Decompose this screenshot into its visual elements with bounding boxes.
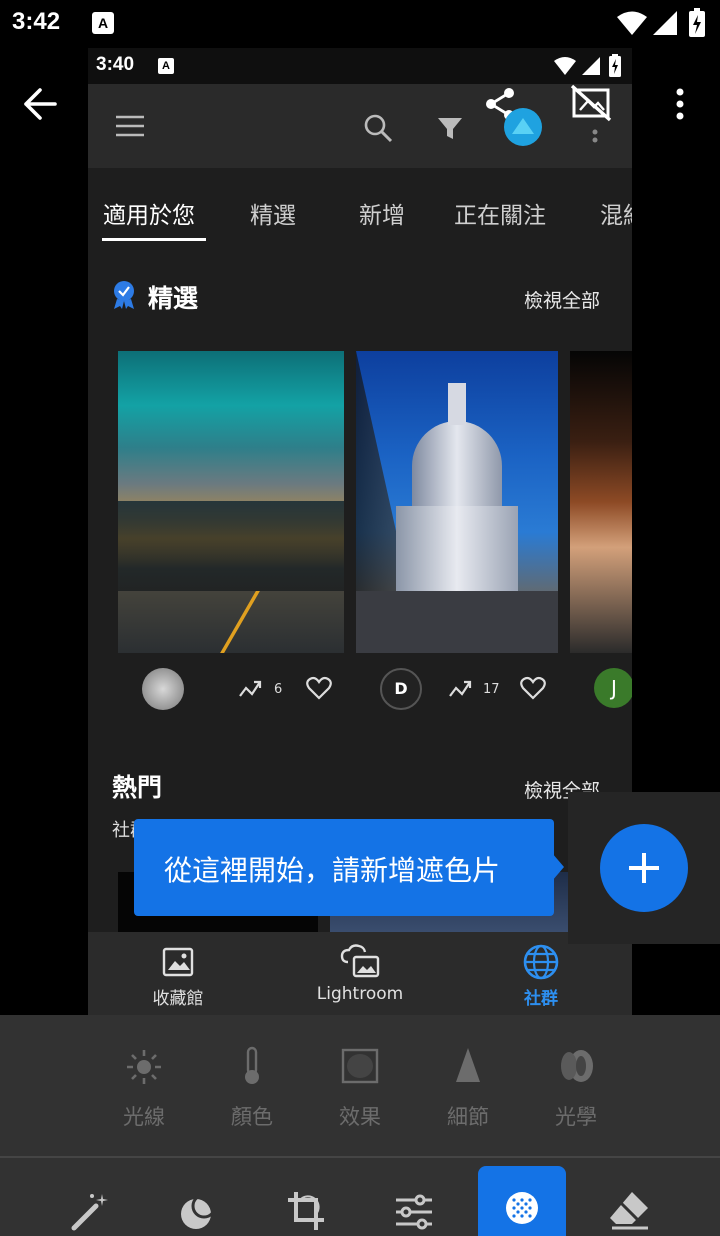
tab-for-you: 適用於您 bbox=[103, 203, 195, 229]
sliders-icon[interactable] bbox=[394, 1192, 434, 1232]
inner-status-time: 3:40 bbox=[96, 54, 135, 75]
tab-new: 新增 bbox=[359, 203, 405, 229]
avatar bbox=[142, 668, 184, 710]
inner-wifi-icon bbox=[554, 57, 576, 75]
sun-icon[interactable] bbox=[125, 1048, 163, 1086]
featured-photo-3 bbox=[570, 351, 632, 653]
community-app-bar bbox=[88, 84, 632, 168]
tool-optics-label[interactable]: 光學 bbox=[536, 1101, 616, 1131]
hide-preview-icon[interactable] bbox=[568, 82, 614, 124]
globe-icon bbox=[523, 944, 559, 980]
featured-title: 精選 bbox=[148, 284, 199, 313]
inner-signal-icon bbox=[582, 57, 600, 75]
featured-photo-2 bbox=[356, 351, 558, 653]
tool-light-label[interactable]: 光線 bbox=[104, 1101, 184, 1131]
plus-icon bbox=[629, 853, 659, 883]
inner-status-bar: 3:40 A bbox=[88, 48, 632, 84]
inner-a-icon: A bbox=[158, 58, 174, 74]
nav-label-lightroom: Lightroom bbox=[316, 984, 404, 1004]
featured-photo-1 bbox=[118, 351, 344, 653]
remix-icon bbox=[239, 680, 262, 697]
nav-label-community: 社群 bbox=[524, 989, 558, 1009]
remix-icon bbox=[449, 680, 472, 697]
thermometer-icon[interactable] bbox=[240, 1046, 264, 1086]
badge-ribbon-icon bbox=[114, 281, 134, 309]
cloud-sync-icon[interactable] bbox=[504, 108, 542, 146]
mask-icon bbox=[506, 1192, 538, 1224]
battery-charging-icon bbox=[688, 8, 706, 38]
filter-icon bbox=[438, 118, 462, 139]
popular-title: 熱門 bbox=[112, 773, 163, 802]
signal-icon bbox=[652, 10, 678, 36]
tooltip-pointer bbox=[552, 853, 564, 881]
back-arrow-icon[interactable] bbox=[16, 82, 64, 126]
more-vertical-icon[interactable] bbox=[660, 82, 700, 126]
remix-count: 17 bbox=[483, 682, 500, 697]
vignette-icon[interactable] bbox=[341, 1048, 379, 1084]
magic-wand-icon[interactable] bbox=[70, 1192, 110, 1232]
add-mask-button[interactable] bbox=[600, 824, 688, 912]
healing-icon[interactable] bbox=[178, 1192, 218, 1232]
active-tab-indicator bbox=[102, 238, 206, 241]
library-icon bbox=[162, 947, 194, 977]
tool-detail-label[interactable]: 細節 bbox=[428, 1101, 508, 1131]
crop-icon[interactable] bbox=[286, 1190, 326, 1232]
community-tabs: 適用於您 精選 新增 正在關注 混組 bbox=[88, 168, 632, 246]
eraser-icon[interactable] bbox=[608, 1188, 652, 1232]
add-mask-tooltip: 從這裡開始，請新增遮色片 bbox=[134, 819, 564, 916]
lens-icon[interactable] bbox=[557, 1048, 595, 1084]
inner-battery-icon bbox=[609, 54, 621, 77]
heart-icon bbox=[520, 676, 546, 700]
avatar: D bbox=[380, 668, 422, 710]
tool-color-label[interactable]: 顏色 bbox=[212, 1101, 292, 1131]
status-time: 3:42 bbox=[12, 8, 61, 35]
nav-label-library: 收藏館 bbox=[152, 989, 204, 1009]
wifi-icon bbox=[616, 10, 648, 36]
featured-view-all: 檢視全部 bbox=[524, 290, 601, 312]
search-icon bbox=[364, 114, 393, 143]
triangle-icon[interactable] bbox=[454, 1046, 482, 1086]
hamburger-menu-icon bbox=[116, 115, 144, 137]
notification-a-icon: A bbox=[92, 12, 114, 34]
avatar: J bbox=[594, 668, 632, 708]
tooltip-text: 從這裡開始，請新增遮色片 bbox=[164, 854, 501, 887]
heart-icon bbox=[306, 676, 332, 700]
tool-effects-label[interactable]: 效果 bbox=[320, 1101, 400, 1131]
tab-featured: 精選 bbox=[250, 203, 296, 229]
cloud-photo-icon bbox=[340, 944, 380, 978]
masking-tool-button[interactable] bbox=[478, 1166, 566, 1236]
adjust-panel bbox=[0, 1015, 720, 1156]
community-bottom-nav: 收藏館 Lightroom 社群 bbox=[88, 932, 632, 1015]
tab-remix: 混組 bbox=[600, 203, 632, 229]
remix-count: 6 bbox=[274, 682, 283, 697]
tab-following: 正在關注 bbox=[454, 203, 546, 229]
